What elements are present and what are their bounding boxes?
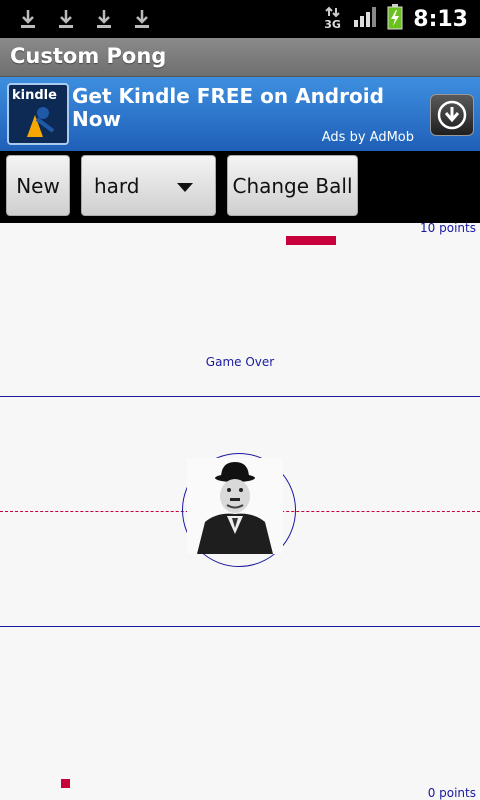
ad-attribution: Ads by AdMob — [321, 130, 414, 145]
download-circle-icon[interactable] — [430, 94, 474, 136]
download-icon — [19, 8, 37, 30]
status-bar: 3G 8:13 — [0, 0, 480, 38]
toolbar: New hard Change Ball — [0, 151, 480, 223]
difficulty-value: hard — [94, 173, 140, 198]
dropdown-arrow-icon — [177, 183, 193, 192]
kindle-logo: kindle — [7, 83, 69, 145]
new-game-button[interactable]: New — [6, 155, 70, 216]
top-score: 10 points — [420, 223, 476, 235]
player-paddle[interactable] — [61, 779, 70, 788]
ad-headline[interactable]: Get Kindle FREE on Android Now — [72, 85, 402, 131]
game-court[interactable]: 10 points Game Over 0 points — [0, 223, 480, 800]
battery-charging-icon — [387, 4, 403, 34]
change-ball-button[interactable]: Change Ball — [227, 155, 358, 216]
download-icon — [95, 8, 113, 30]
download-icon — [133, 8, 151, 30]
bottom-score: 0 points — [427, 786, 476, 800]
network-3g-icon: 3G — [323, 6, 343, 32]
title-bar: Custom Pong — [0, 38, 480, 77]
bottom-zone-line — [0, 626, 480, 627]
signal-icon — [353, 6, 377, 32]
game-status-text: Game Over — [205, 355, 275, 369]
ball-image — [187, 458, 283, 554]
ad-banner[interactable]: kindle Get Kindle FREE on Android Now Ad… — [0, 77, 480, 151]
difficulty-dropdown[interactable]: hard — [81, 155, 216, 216]
top-zone-line — [0, 396, 480, 397]
app-title: Custom Pong — [10, 44, 167, 68]
download-icon — [57, 8, 75, 30]
clock: 8:13 — [413, 6, 468, 32]
network-label: 3G — [324, 18, 341, 31]
opponent-paddle — [286, 236, 336, 245]
